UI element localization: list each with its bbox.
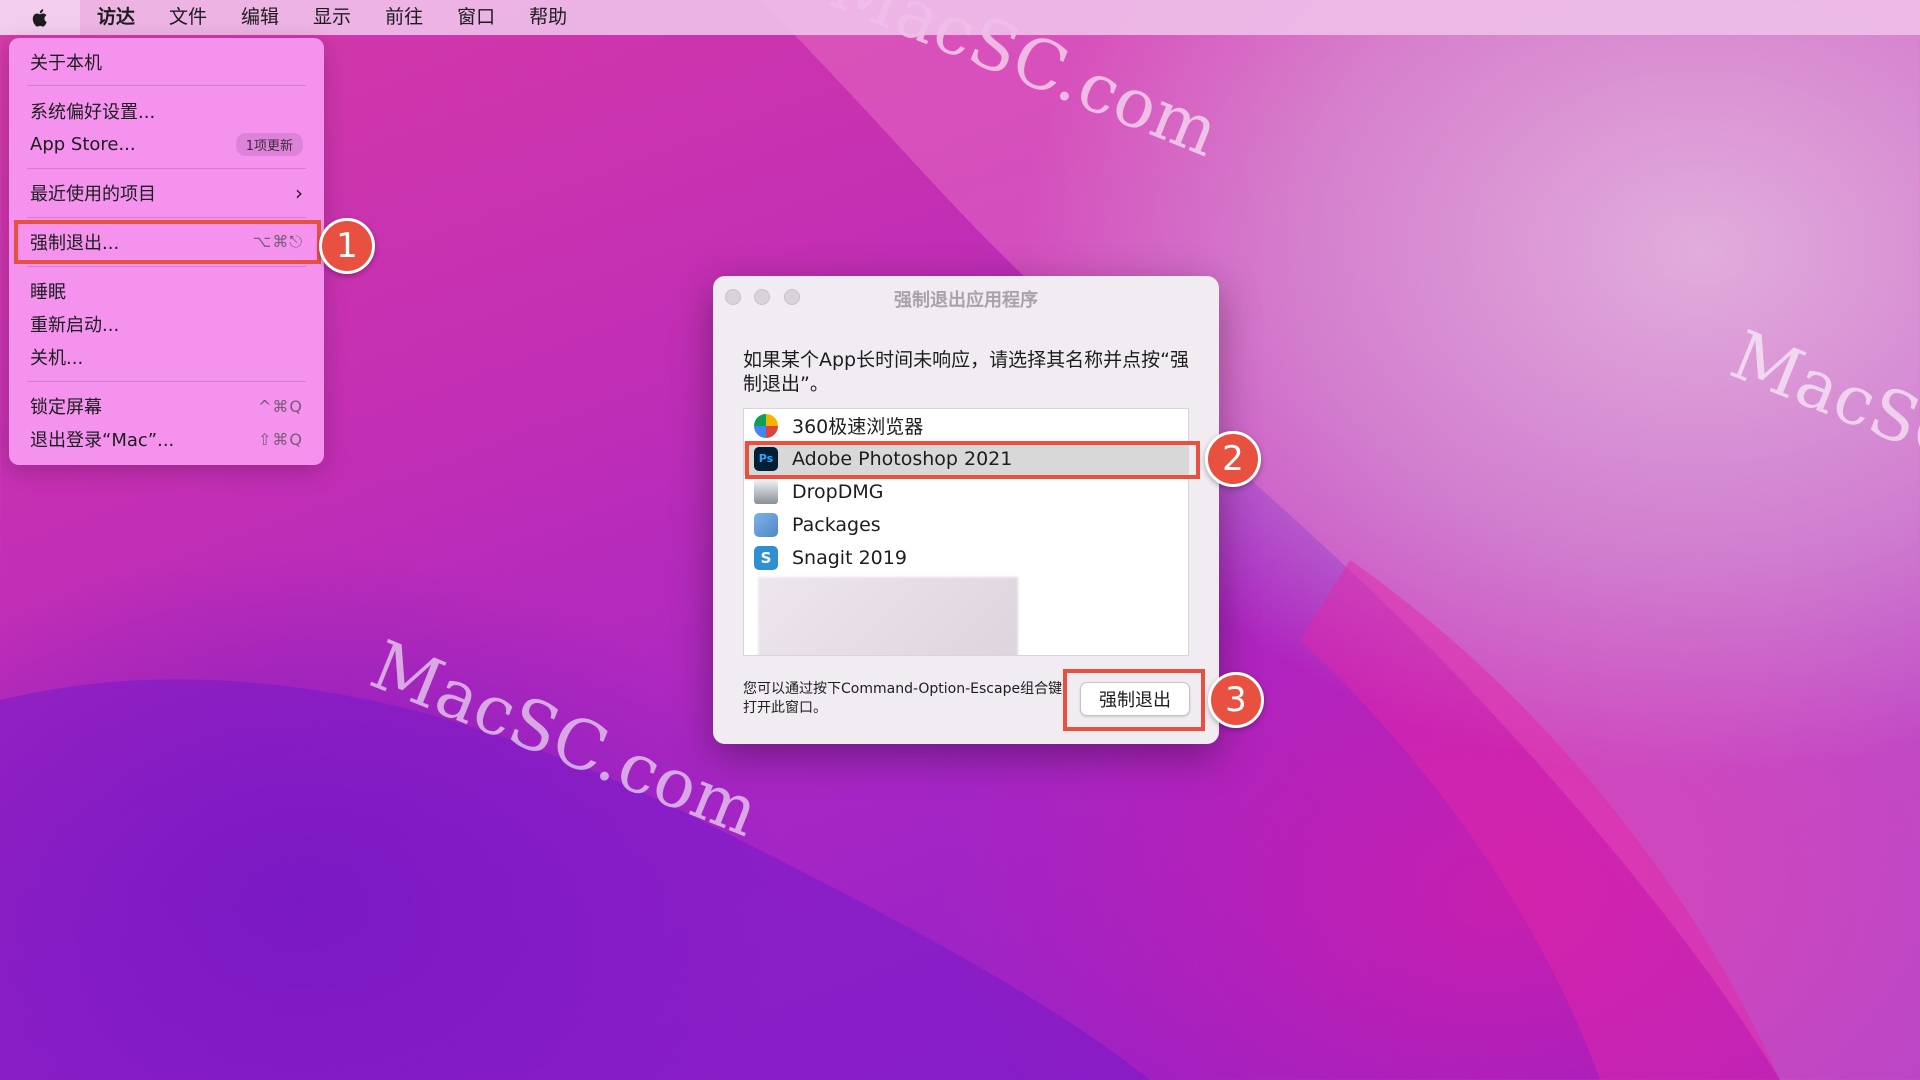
- menu-item-restart[interactable]: 重新启动...: [30, 309, 303, 339]
- menu-item-restart-label: 重新启动...: [30, 315, 120, 336]
- step-marker-2: 2: [1205, 431, 1261, 487]
- menu-separator: [27, 266, 306, 267]
- menu-item-prefs-label: 系统偏好设置...: [30, 102, 156, 123]
- highlight-force-quit-menu-item: [14, 220, 321, 264]
- app-row-snagit[interactable]: S Snagit 2019: [744, 541, 1188, 574]
- menu-item-app-store[interactable]: App Store... 1项更新: [30, 129, 303, 159]
- menu-item-lock-label: 锁定屏幕: [30, 397, 102, 418]
- highlight-photoshop-row: [745, 441, 1200, 479]
- menu-finder[interactable]: 访达: [80, 0, 152, 35]
- logout-shortcut: ⇧⌘Q: [258, 429, 303, 449]
- menu-item-shutdown[interactable]: 关机...: [30, 342, 303, 372]
- menu-separator: [27, 85, 306, 86]
- menu-view[interactable]: 显示: [296, 0, 368, 35]
- app-row-dropdmg[interactable]: DropDMG: [744, 475, 1188, 508]
- lock-shortcut: ^⌘Q: [258, 396, 303, 416]
- blurred-app-rows: [758, 577, 1018, 655]
- dialog-titlebar: 强制退出应用程序: [713, 276, 1219, 318]
- app-row-360-browser[interactable]: 360极速浏览器: [744, 409, 1188, 442]
- app-name: DropDMG: [792, 480, 884, 503]
- menu-item-shutdown-label: 关机...: [30, 348, 84, 369]
- snagit-icon: S: [754, 545, 778, 570]
- menu-separator: [27, 168, 306, 169]
- apple-menu-button[interactable]: [0, 0, 80, 35]
- chevron-right-icon: ›: [295, 181, 303, 205]
- app-name: Snagit 2019: [792, 546, 907, 569]
- apple-icon: [32, 8, 47, 27]
- menu-file[interactable]: 文件: [152, 0, 224, 35]
- menu-item-app-store-label: App Store...: [30, 133, 136, 155]
- highlight-force-quit-button: [1063, 669, 1205, 731]
- menu-item-logout-label: 退出登录“Mac”...: [30, 430, 175, 451]
- watermark-center: MacSC.com: [360, 626, 770, 853]
- menu-separator: [27, 381, 306, 382]
- menu-item-lock-screen[interactable]: 锁定屏幕 ^⌘Q: [30, 391, 303, 421]
- menu-edit[interactable]: 编辑: [224, 0, 296, 35]
- menu-item-recent-items[interactable]: 最近使用的项目 ›: [30, 178, 303, 208]
- app-name: Packages: [792, 513, 881, 536]
- menu-item-system-preferences[interactable]: 系统偏好设置...: [30, 96, 303, 126]
- 360-browser-icon: [754, 413, 778, 438]
- app-name: 360极速浏览器: [792, 416, 924, 438]
- menu-bar: 访达 文件 编辑 显示 前往 窗口 帮助: [0, 0, 1920, 35]
- menu-item-log-out[interactable]: 退出登录“Mac”... ⇧⌘Q: [30, 424, 303, 454]
- step-marker-3: 3: [1208, 672, 1264, 728]
- menu-item-sleep-label: 睡眠: [30, 282, 66, 303]
- menu-item-recent-label: 最近使用的项目: [30, 184, 156, 205]
- menu-item-about-label: 关于本机: [30, 53, 102, 74]
- menu-window[interactable]: 窗口: [440, 0, 512, 35]
- menu-go[interactable]: 前往: [368, 0, 440, 35]
- menu-item-about[interactable]: 关于本机: [30, 47, 303, 77]
- packages-icon: [754, 512, 778, 537]
- shortcut-hint: 您可以通过按下Command-Option-Escape组合键打开此窗口。: [743, 681, 1063, 716]
- menu-item-sleep[interactable]: 睡眠: [30, 276, 303, 306]
- menu-separator: [27, 217, 306, 218]
- dropdmg-icon: [754, 479, 778, 504]
- dialog-title: 强制退出应用程序: [894, 290, 1038, 311]
- menu-help[interactable]: 帮助: [512, 0, 584, 35]
- step-marker-1: 1: [319, 218, 375, 274]
- dialog-prompt: 如果某个App长时间未响应，请选择其名称并点按“强制退出”。: [743, 349, 1189, 395]
- watermark-right: MacSC.com: [1720, 316, 1920, 543]
- update-badge: 1项更新: [235, 132, 303, 156]
- app-row-packages[interactable]: Packages: [744, 508, 1188, 541]
